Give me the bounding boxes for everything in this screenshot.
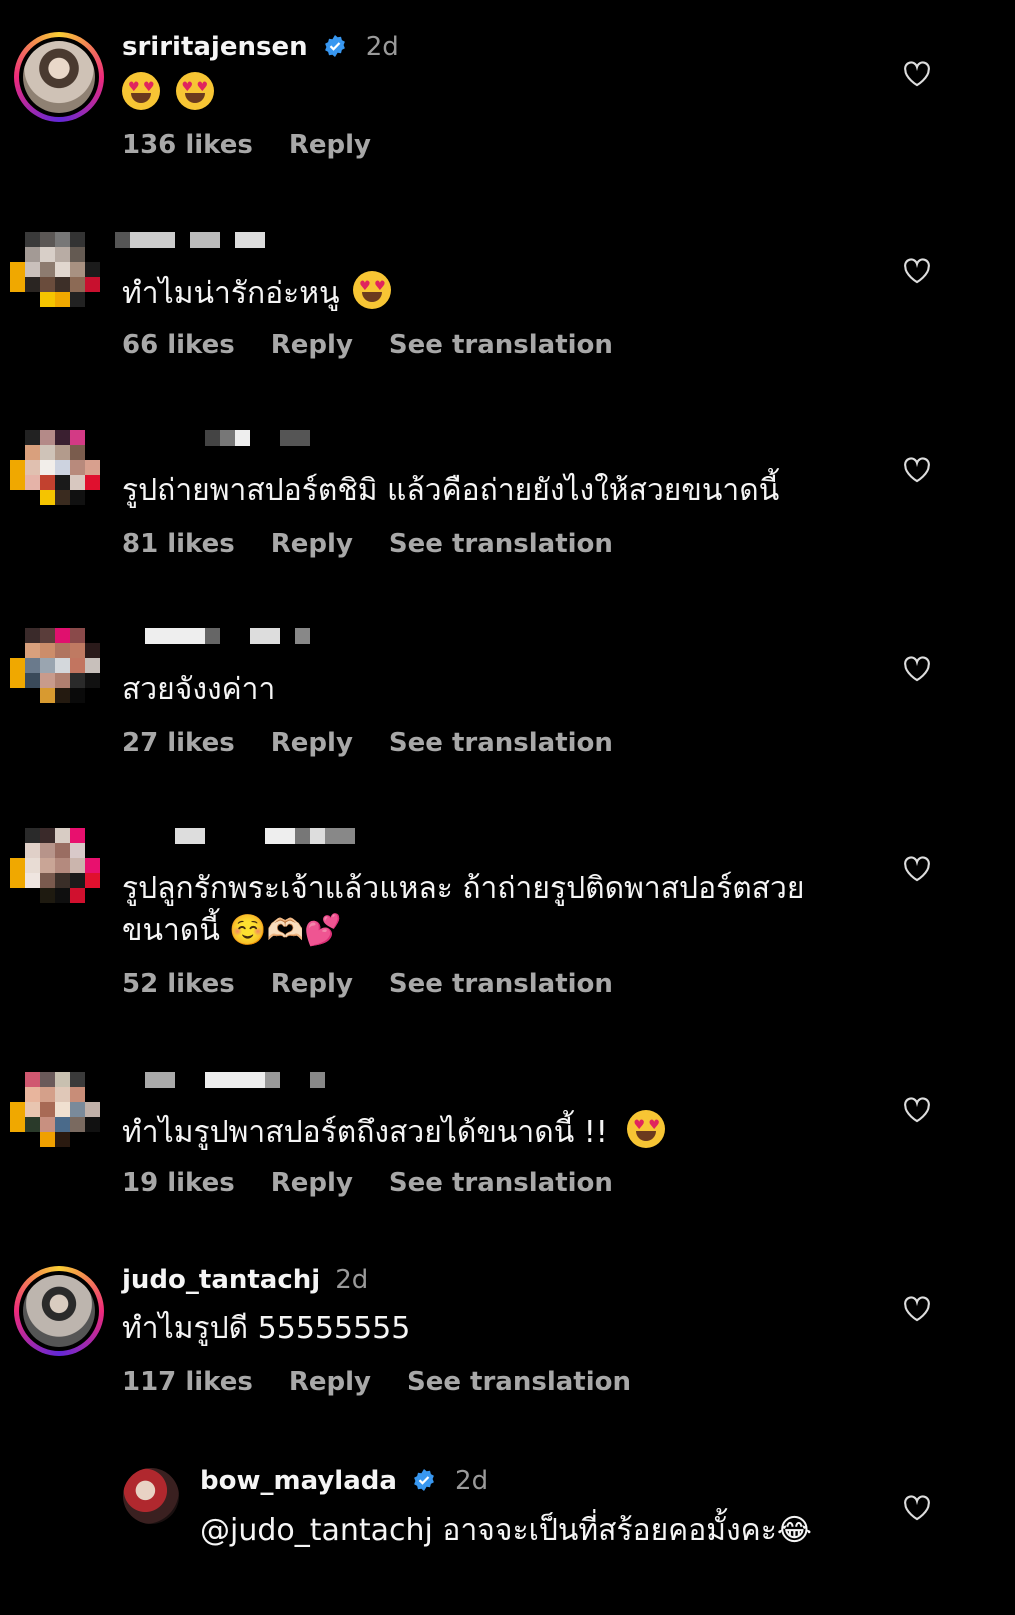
reply-button[interactable]: Reply — [289, 1367, 371, 1397]
see-translation-button[interactable]: See translation — [407, 1367, 631, 1397]
verified-badge-icon — [324, 35, 345, 57]
comment-time: 2d — [365, 32, 399, 62]
comment-text: @judo_tantachj อาจจะเป็นที่สร้อยคอมั้งคะ… — [200, 1513, 812, 1548]
likes-count[interactable]: 27 likes — [122, 728, 235, 758]
comment-text: สวยจังงค่าา — [122, 672, 276, 707]
likes-count[interactable]: 81 likes — [122, 529, 235, 559]
like-heart-icon[interactable] — [903, 1495, 931, 1521]
reply-button[interactable]: Reply — [271, 330, 353, 360]
like-heart-icon[interactable] — [903, 457, 931, 483]
like-heart-icon[interactable] — [903, 258, 931, 284]
heart-eyes-emoji: ♥ ♥ — [175, 72, 214, 110]
comment-text: รูปลูกรักพระเจ้าแล้วแหละ ถ้าถ่ายรูปติดพา… — [122, 871, 805, 906]
blurred-username — [115, 1072, 325, 1088]
likes-count[interactable]: 136 likes — [122, 130, 253, 160]
comment-meta: 66 likes Reply See translation — [122, 330, 649, 360]
like-heart-icon[interactable] — [903, 1296, 931, 1322]
blurred-username — [130, 828, 355, 844]
comment-username[interactable]: bow_maylada 2d — [200, 1466, 488, 1496]
comment-text: รูปถ่ายพาสปอร์ตชิมิ แล้วคือถ่ายยังไงให้ส… — [122, 473, 780, 508]
comment-meta: 52 likes Reply See translation — [122, 969, 649, 999]
avatar[interactable] — [14, 32, 104, 122]
see-translation-button[interactable]: See translation — [389, 1168, 613, 1198]
like-heart-icon[interactable] — [903, 856, 931, 882]
see-translation-button[interactable]: See translation — [389, 728, 613, 758]
comment-username[interactable]: sriritajensen 2d — [122, 32, 399, 62]
comment-meta: 81 likes Reply See translation — [122, 529, 649, 559]
comment-meta: 117 likes Reply See translation — [122, 1367, 667, 1397]
like-heart-icon[interactable] — [903, 656, 931, 682]
heart-eyes-emoji: ♥ ♥ — [353, 271, 392, 309]
see-translation-button[interactable]: See translation — [389, 969, 613, 999]
comment-text-line-2: ขนาดนี้ ☺️🫶🏻💕 — [122, 913, 342, 948]
likes-count[interactable]: 66 likes — [122, 330, 235, 360]
avatar[interactable] — [14, 1266, 104, 1356]
comment-meta: 27 likes Reply See translation — [122, 728, 649, 758]
avatar[interactable] — [123, 1468, 179, 1524]
blurred-avatar[interactable] — [10, 1072, 100, 1162]
comment-text: ทำไมรูปดี 55555555 — [122, 1311, 411, 1346]
blurred-avatar[interactable] — [10, 430, 100, 520]
heart-eyes-emoji: ♥ ♥ — [122, 72, 160, 110]
blurred-username — [115, 232, 265, 248]
likes-count[interactable]: 117 likes — [122, 1367, 253, 1397]
comment-username[interactable]: judo_tantachj 2d — [122, 1265, 368, 1295]
blurred-avatar[interactable] — [10, 232, 100, 322]
reply-button[interactable]: Reply — [271, 969, 353, 999]
comment-text: ♥ ♥ ♥ ♥ — [122, 72, 214, 116]
reply-button[interactable]: Reply — [289, 130, 371, 160]
heart-eyes-emoji: ♥ ♥ — [627, 1110, 666, 1148]
comment-time: 2d — [455, 1466, 489, 1496]
verified-badge-icon — [414, 1469, 434, 1491]
comment-text: ทำไมน่ารักอ่ะหนู ♥ ♥ — [122, 271, 392, 315]
comment-time: 2d — [335, 1265, 369, 1295]
like-heart-icon[interactable] — [903, 61, 931, 87]
blurred-avatar[interactable] — [10, 828, 100, 918]
blurred-username — [115, 430, 310, 446]
see-translation-button[interactable]: See translation — [389, 529, 613, 559]
like-heart-icon[interactable] — [903, 1097, 931, 1123]
likes-count[interactable]: 52 likes — [122, 969, 235, 999]
blurred-avatar[interactable] — [10, 628, 100, 718]
reply-button[interactable]: Reply — [271, 529, 353, 559]
likes-count[interactable]: 19 likes — [122, 1168, 235, 1198]
comment-meta: 19 likes Reply See translation — [122, 1168, 649, 1198]
reply-button[interactable]: Reply — [271, 1168, 353, 1198]
reply-button[interactable]: Reply — [271, 728, 353, 758]
blurred-username — [130, 628, 310, 644]
comment-text: ทำไมรูปพาสปอร์ตถึงสวยได้ขนาดนี้ !! ♥ ♥ — [122, 1110, 666, 1154]
comment-meta: 136 likes Reply — [122, 130, 407, 160]
see-translation-button[interactable]: See translation — [389, 330, 613, 360]
